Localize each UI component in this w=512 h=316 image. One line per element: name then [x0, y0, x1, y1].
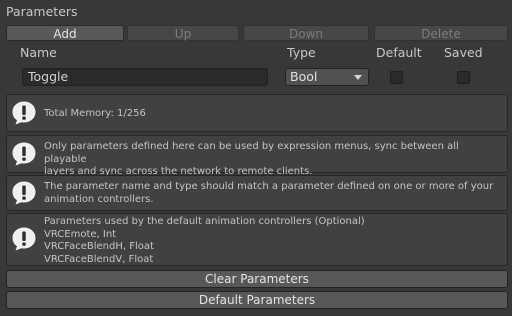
- info-icon: [12, 101, 36, 125]
- memory-info-box: Total Memory: 1/256: [6, 94, 508, 132]
- clear-parameters-button[interactable]: Clear Parameters: [6, 270, 508, 288]
- section-title: Parameters: [6, 4, 78, 19]
- add-button[interactable]: Add: [6, 25, 124, 41]
- default-parameters-button[interactable]: Default Parameters: [6, 291, 508, 309]
- down-button[interactable]: Down: [243, 25, 369, 41]
- saved-checkbox[interactable]: [457, 71, 470, 84]
- parameter-type-value: Bool: [290, 69, 318, 84]
- type-match-info-text: The parameter name and type should match…: [44, 181, 494, 205]
- column-header-saved: Saved: [444, 45, 483, 60]
- parameter-type-dropdown[interactable]: Bool: [285, 68, 369, 86]
- column-header-name: Name: [20, 45, 57, 60]
- expression-info-box: Only parameters defined here can be used…: [6, 135, 508, 177]
- default-checkbox[interactable]: [390, 71, 403, 84]
- parameter-name-field[interactable]: Toggle: [22, 68, 268, 86]
- delete-button[interactable]: Delete: [374, 25, 508, 41]
- type-match-info-box: The parameter name and type should match…: [6, 175, 508, 211]
- memory-info-text: Total Memory: 1/256: [44, 108, 146, 119]
- default-params-info-box: Parameters used by the default animation…: [6, 213, 508, 266]
- column-header-default: Default: [376, 45, 422, 60]
- expression-info-text: Only parameters defined here can be used…: [44, 141, 459, 177]
- info-icon: [12, 142, 36, 166]
- up-button[interactable]: Up: [127, 25, 239, 41]
- info-icon: [12, 181, 36, 205]
- column-header-type: Type: [287, 45, 316, 60]
- chevron-down-icon: [354, 75, 362, 80]
- default-params-info-text: Parameters used by the default animation…: [44, 216, 365, 265]
- info-icon: [12, 227, 36, 251]
